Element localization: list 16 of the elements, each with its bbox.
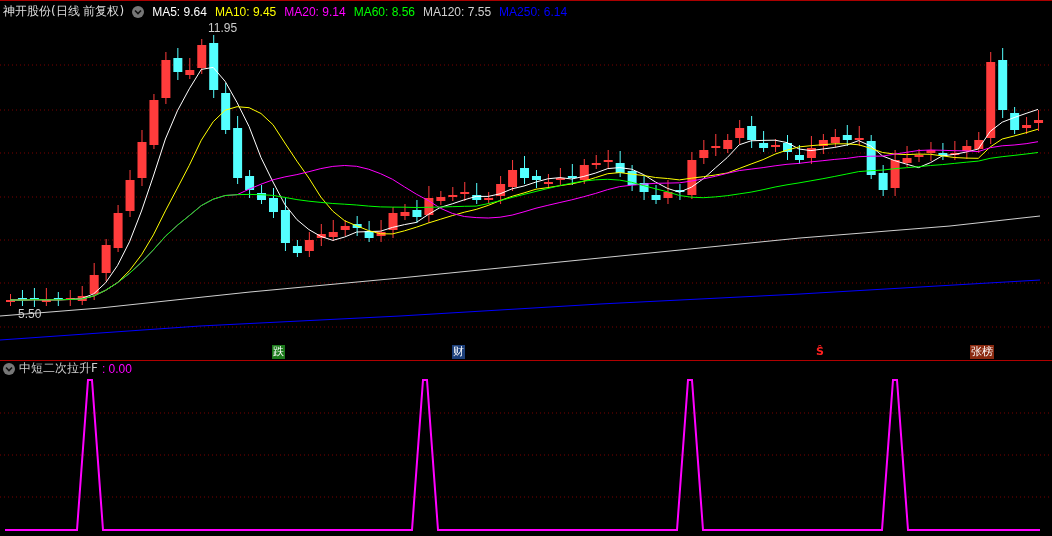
high-price-label: 11.95 — [208, 21, 238, 35]
moving-average-value: MA20: 9.14 — [284, 4, 346, 19]
moving-average-value: MA60: 8.56 — [353, 4, 415, 19]
stock-title: 神开股份(日线 前复权) — [3, 3, 125, 20]
event-marker[interactable]: 张榜 — [970, 345, 994, 359]
indicator-value: : 0.00 — [101, 361, 132, 376]
moving-average-value: MA120: 7.55 — [423, 4, 492, 19]
indicator-title: 中短二次拉升F — [19, 360, 98, 377]
moving-average-value: MA250: 6.14 — [499, 4, 568, 19]
event-marker[interactable]: 财 — [452, 345, 465, 359]
event-marker[interactable]: 跌 — [272, 345, 285, 359]
moving-average-value: MA5: 9.64 — [152, 4, 207, 19]
dropdown-icon[interactable] — [132, 5, 145, 18]
event-marker[interactable]: Ŝ — [815, 345, 825, 359]
dropdown-icon[interactable] — [3, 362, 15, 375]
moving-average-value: MA10: 9.45 — [214, 4, 277, 19]
